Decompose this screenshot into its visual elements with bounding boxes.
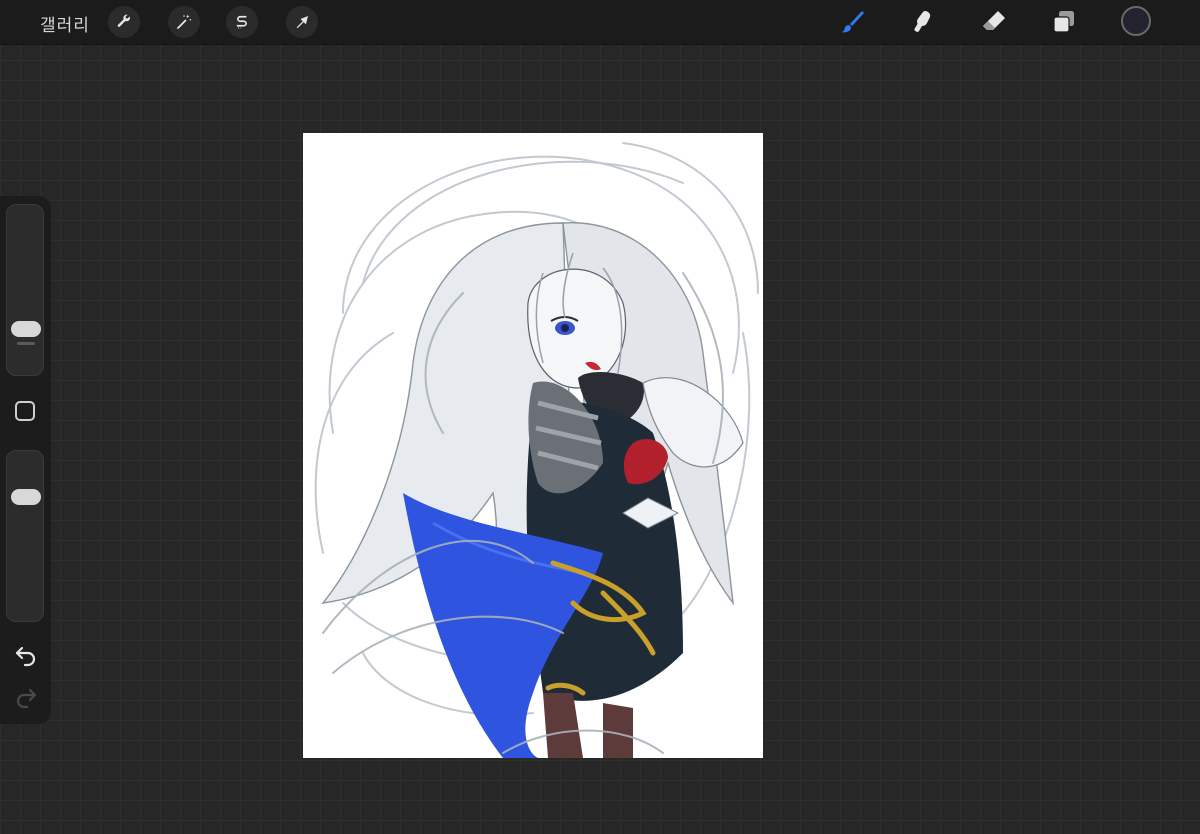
redo-arrow-icon bbox=[16, 688, 37, 709]
brush-size-slider[interactable] bbox=[6, 204, 44, 376]
drawing-canvas[interactable] bbox=[303, 133, 763, 758]
color-picker-swatch[interactable] bbox=[1121, 6, 1151, 36]
brush-tool-button[interactable] bbox=[834, 4, 870, 40]
opacity-slider[interactable] bbox=[6, 450, 44, 622]
artwork-illustration bbox=[314, 142, 759, 758]
selection-button[interactable] bbox=[226, 6, 258, 38]
layers-icon bbox=[1053, 11, 1074, 33]
top-toolbar: 갤러리 bbox=[0, 0, 1200, 45]
selection-s-icon bbox=[236, 15, 247, 29]
magic-wand-icon bbox=[177, 14, 192, 29]
transform-arrow-icon bbox=[296, 16, 308, 29]
left-sidebar bbox=[0, 196, 51, 724]
brush-icon bbox=[841, 11, 864, 33]
layers-tool-button[interactable] bbox=[1046, 4, 1082, 40]
modify-button[interactable] bbox=[15, 401, 35, 421]
eraser-tool-button[interactable] bbox=[976, 4, 1012, 40]
smudge-finger-icon bbox=[914, 11, 931, 32]
wrench-icon bbox=[117, 14, 131, 27]
actions-button[interactable] bbox=[108, 6, 140, 38]
eraser-icon bbox=[983, 11, 1005, 30]
undo-button[interactable] bbox=[13, 642, 39, 668]
brush-size-knob[interactable] bbox=[11, 321, 41, 337]
undo-arrow-icon bbox=[15, 646, 36, 667]
adjustments-button[interactable] bbox=[168, 6, 200, 38]
transform-button[interactable] bbox=[286, 6, 318, 38]
redo-button[interactable] bbox=[13, 684, 39, 710]
brush-size-knob-shadow bbox=[17, 342, 35, 345]
smudge-tool-button[interactable] bbox=[904, 4, 940, 40]
opacity-knob[interactable] bbox=[11, 489, 41, 505]
gallery-button[interactable]: 갤러리 bbox=[40, 11, 90, 36]
